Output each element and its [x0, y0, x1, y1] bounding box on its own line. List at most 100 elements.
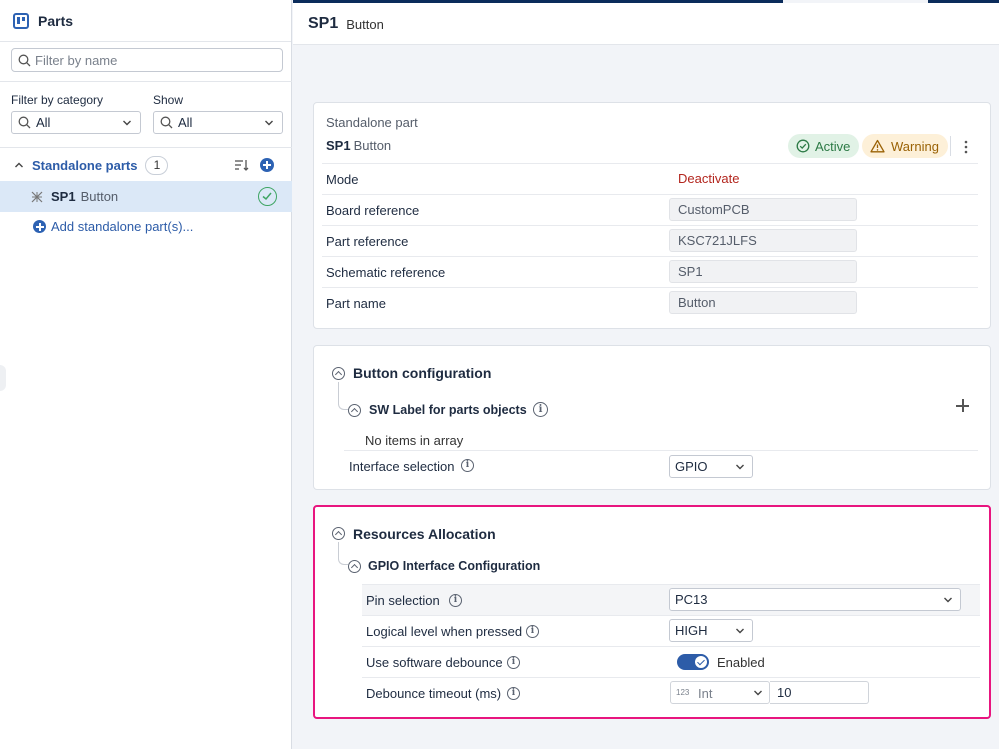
- group-label: Standalone parts: [32, 157, 138, 173]
- divider: [950, 136, 951, 156]
- resources-allocation-card: Resources Allocation GPIO Interface Conf…: [313, 505, 991, 719]
- debounce-state: Enabled: [717, 655, 765, 670]
- timeout-type-value: Int: [698, 686, 713, 701]
- check-icon: [695, 656, 707, 668]
- category-label: Filter by category: [11, 93, 104, 107]
- check-circle-icon: [796, 139, 810, 153]
- search-icon: [160, 116, 173, 129]
- show-label: Show: [153, 93, 184, 107]
- logical-level-label: Logical level when pressed: [366, 624, 523, 639]
- collapse-icon[interactable]: [332, 367, 345, 380]
- plus-circle-icon: [33, 220, 46, 233]
- board-reference-value: CustomPCB: [669, 198, 857, 221]
- resize-handle[interactable]: [0, 365, 6, 391]
- list-item-sp1[interactable]: SP1 Button: [0, 181, 292, 212]
- search-icon: [18, 54, 31, 66]
- collapse-icon[interactable]: [332, 527, 345, 540]
- page-subtitle: Button: [346, 17, 384, 32]
- category-value: All: [36, 115, 51, 130]
- chevron-down-icon: [265, 120, 273, 126]
- pin-selection-label: Pin selection: [366, 593, 440, 608]
- sidebar-title: Parts: [38, 12, 74, 29]
- mode-row: Mode Deactivate: [322, 163, 978, 194]
- sw-label-title: SW Label for parts objects: [369, 403, 527, 417]
- search-icon: [18, 116, 31, 129]
- info-icon[interactable]: i: [507, 656, 520, 669]
- chevron-down-icon: [754, 690, 762, 696]
- main-header: SP1 Button: [293, 3, 999, 45]
- parts-icon: [13, 12, 29, 29]
- divider: [0, 147, 292, 148]
- collapse-icon[interactable]: [348, 560, 361, 573]
- software-debounce-label: Use software debounce: [366, 655, 503, 670]
- schematic-reference-row: Schematic reference SP1: [322, 256, 978, 287]
- warning-icon: [870, 139, 885, 153]
- sidebar-header: Parts: [0, 0, 291, 42]
- logical-level-value: HIGH: [675, 623, 708, 638]
- item-type: Button: [80, 189, 119, 204]
- add-part-icon[interactable]: [260, 158, 274, 172]
- software-debounce-row: Use software debounce i Enabled: [362, 646, 980, 677]
- chevron-up-icon[interactable]: [14, 160, 24, 170]
- part-name: SP1: [326, 138, 351, 153]
- show-select[interactable]: All: [153, 111, 283, 134]
- standalone-parts-group[interactable]: Standalone parts 1: [0, 151, 292, 179]
- mode-label: Mode: [326, 172, 359, 187]
- part-type: Button: [353, 138, 392, 153]
- sort-icon[interactable]: [234, 158, 249, 172]
- item-name: SP1: [51, 189, 76, 204]
- filter-input[interactable]: [35, 52, 275, 68]
- chevron-down-icon: [123, 120, 131, 126]
- timeout-type-select[interactable]: 123 Int: [670, 681, 770, 704]
- schematic-reference-label: Schematic reference: [326, 265, 446, 280]
- board-reference-row: Board reference CustomPCB: [322, 194, 978, 225]
- deactivate-button[interactable]: Deactivate: [678, 171, 739, 186]
- chevron-down-icon: [736, 464, 744, 470]
- show-value: All: [178, 115, 193, 130]
- debounce-toggle[interactable]: [677, 654, 709, 670]
- debounce-timeout-label: Debounce timeout (ms): [366, 686, 502, 701]
- debounce-timeout-row: Debounce timeout (ms) i 123 Int 10: [362, 677, 980, 708]
- pin-value: PC13: [675, 592, 708, 607]
- add-label: Add standalone part(s)...: [51, 219, 194, 234]
- number-type-icon: 123: [676, 688, 690, 697]
- interface-value: GPIO: [675, 459, 708, 474]
- pin-select[interactable]: PC13: [669, 588, 961, 611]
- check-circle-icon: [258, 187, 277, 206]
- logical-level-row: Logical level when pressed i HIGH: [362, 615, 980, 646]
- filter-by-name[interactable]: [11, 48, 283, 72]
- logical-level-select[interactable]: HIGH: [669, 619, 753, 642]
- info-icon[interactable]: i: [533, 402, 548, 417]
- parts-sidebar: Parts Filter by category Show All All St…: [0, 0, 292, 749]
- status-badge-active: Active: [788, 134, 860, 158]
- part-reference-row: Part reference KSC721JLFS: [322, 225, 978, 256]
- info-icon[interactable]: i: [449, 594, 462, 607]
- collapse-icon[interactable]: [348, 404, 361, 417]
- kebab-icon[interactable]: [963, 139, 969, 155]
- component-icon: [31, 191, 43, 202]
- button-configuration-card: Button configuration SW Label for parts …: [313, 345, 991, 490]
- status-active-label: Active: [815, 138, 851, 154]
- timeout-value-input[interactable]: 10: [770, 681, 869, 704]
- part-title: SP1 Button: [326, 138, 391, 153]
- add-standalone-part-link[interactable]: Add standalone part(s)...: [33, 219, 193, 234]
- interface-selection-row: Interface selection i GPIO: [344, 450, 978, 484]
- category-select[interactable]: All: [11, 111, 141, 134]
- info-icon[interactable]: i: [526, 625, 539, 638]
- info-icon[interactable]: i: [507, 687, 520, 700]
- add-item-icon[interactable]: [956, 399, 969, 412]
- schematic-reference-value: SP1: [669, 260, 857, 283]
- status-warning-label: Warning: [891, 138, 939, 154]
- board-reference-label: Board reference: [326, 203, 420, 218]
- tree-connector: [338, 382, 348, 410]
- chevron-down-icon: [944, 597, 952, 603]
- part-kind: Standalone part: [326, 115, 418, 130]
- no-items-text: No items in array: [365, 433, 464, 448]
- gpio-config-title: GPIO Interface Configuration: [368, 559, 541, 573]
- chevron-down-icon: [736, 628, 744, 634]
- part-name-label: Part name: [326, 296, 386, 311]
- part-name-value: Button: [669, 291, 857, 314]
- divider: [0, 81, 292, 82]
- interface-select[interactable]: GPIO: [669, 455, 753, 478]
- info-icon[interactable]: i: [461, 459, 474, 472]
